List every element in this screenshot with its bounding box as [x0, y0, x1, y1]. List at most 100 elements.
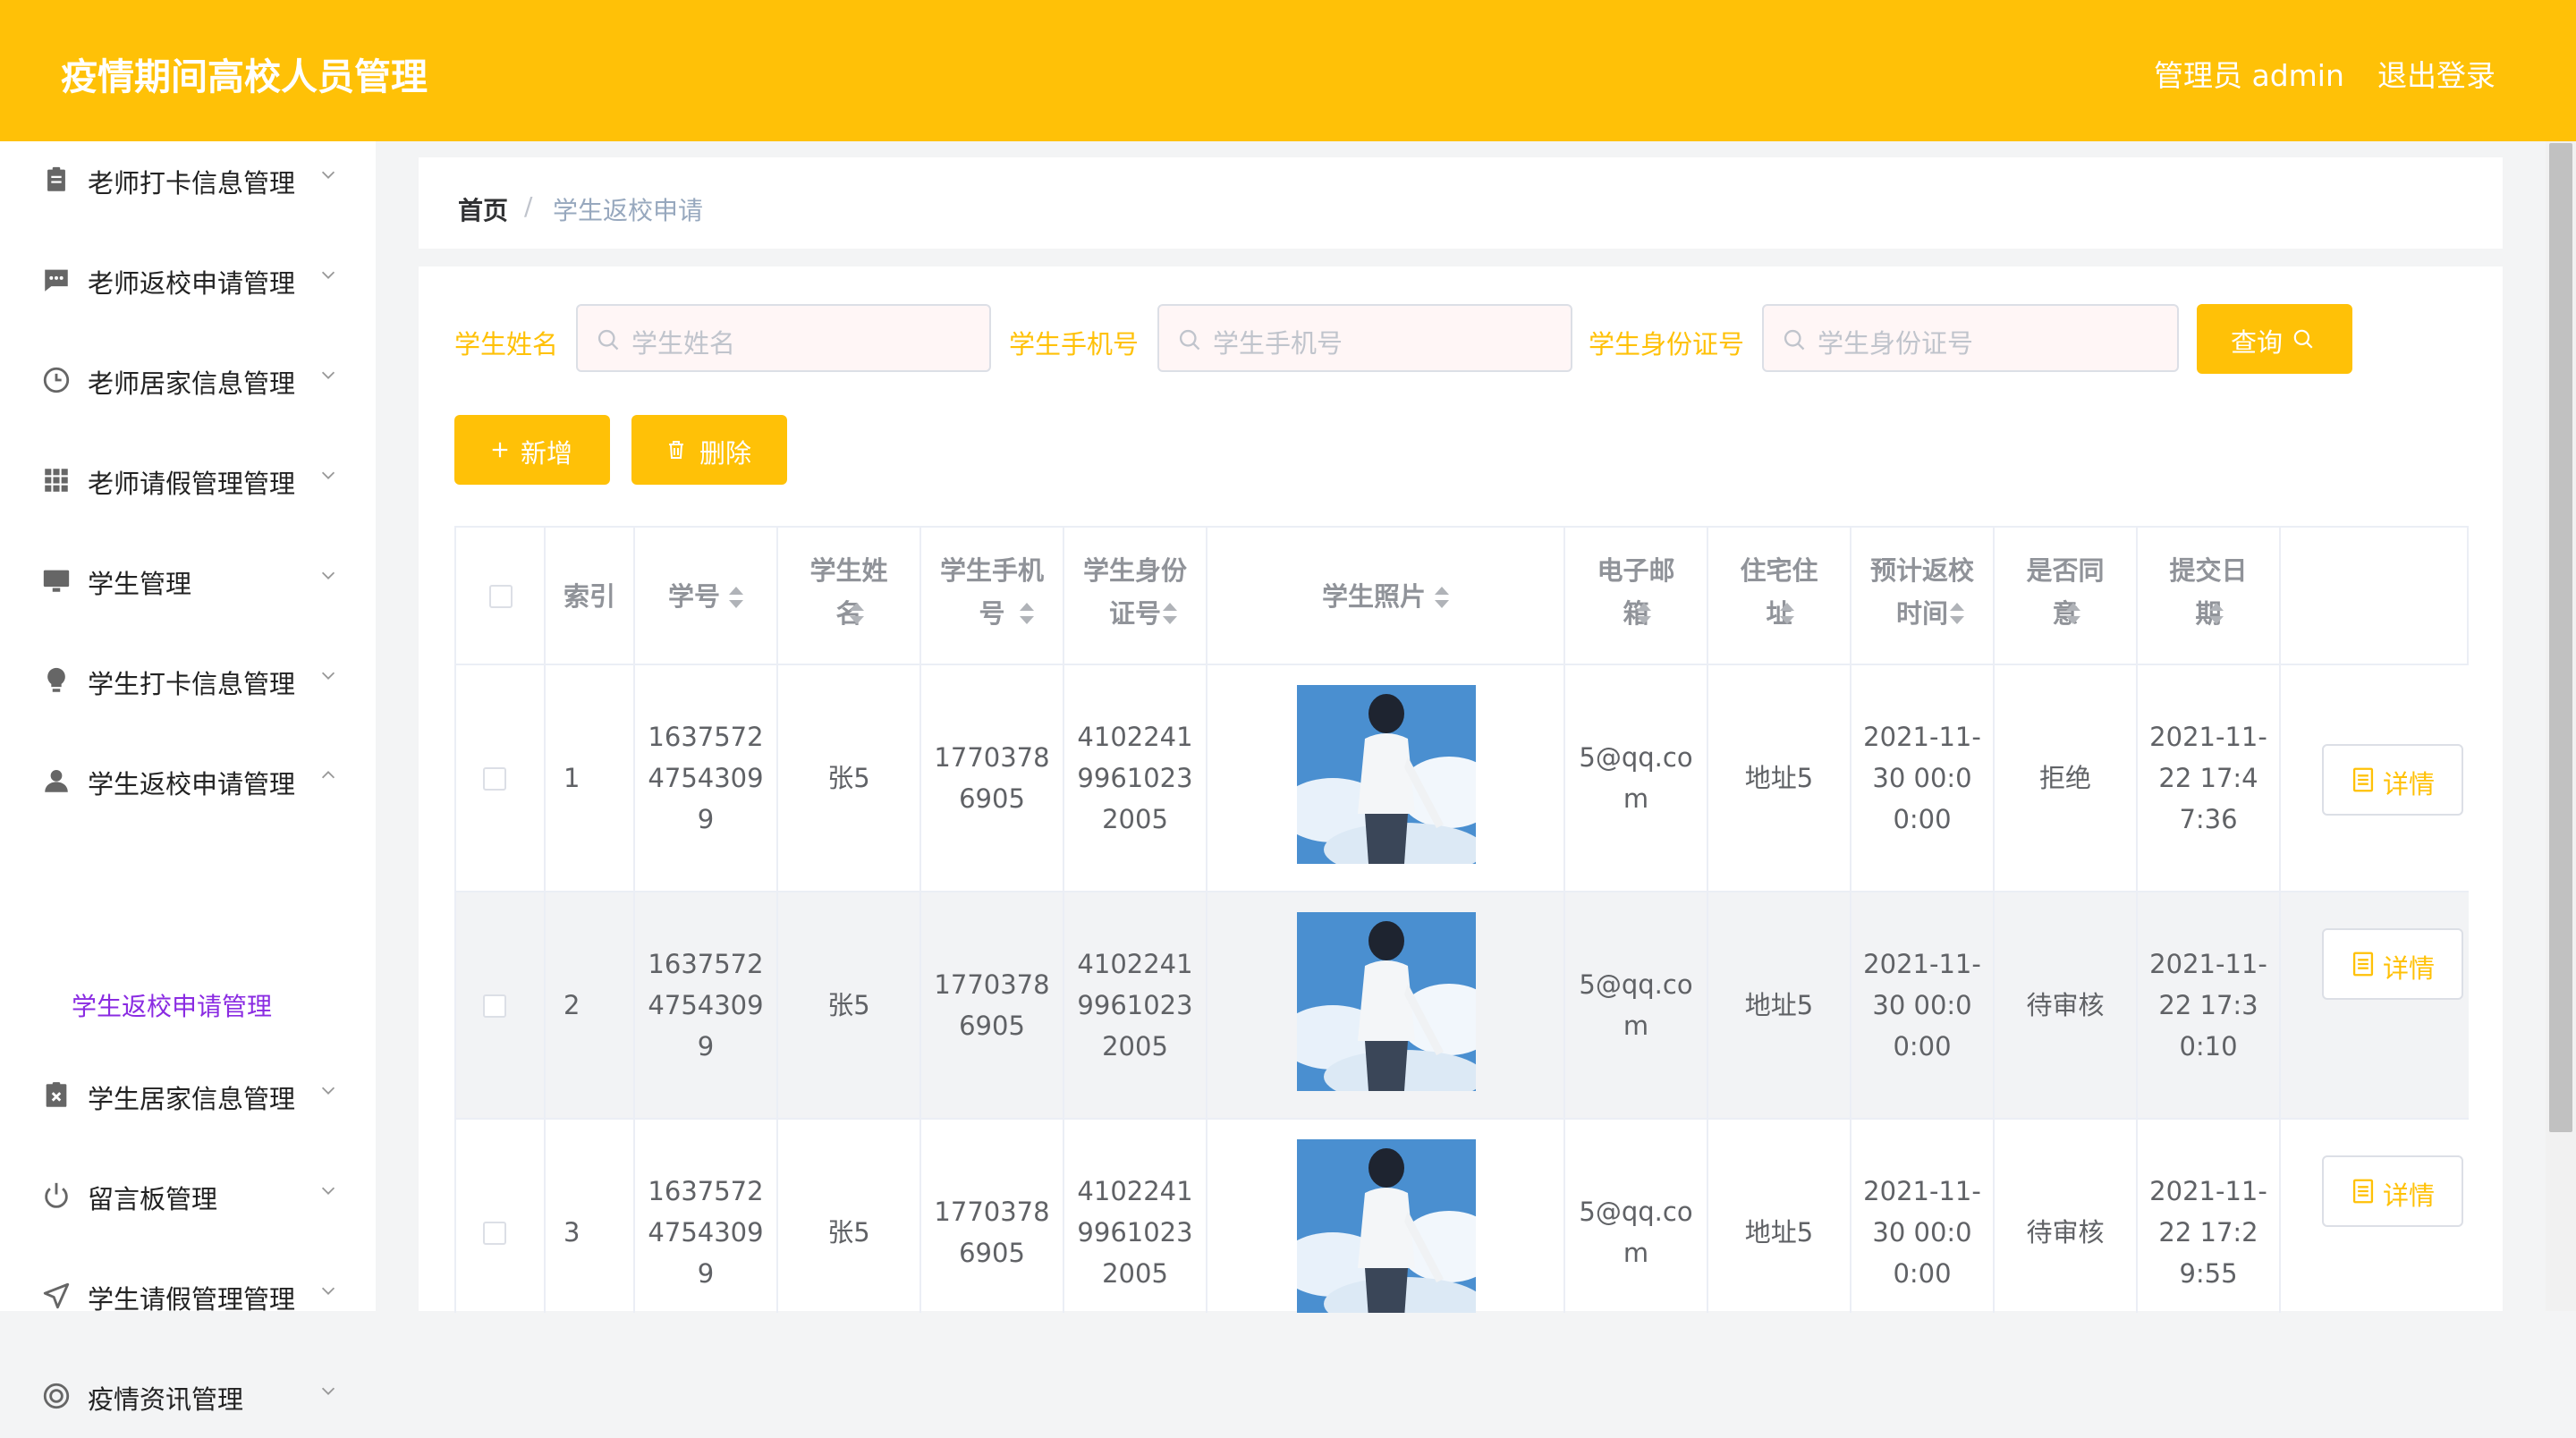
- detail-button[interactable]: 详情: [2322, 744, 2463, 816]
- plus-icon: [492, 442, 508, 458]
- breadcrumb-separator: /: [524, 191, 533, 221]
- document-icon: [2352, 1179, 2374, 1204]
- sidebar-item-teacher-return[interactable]: 老师返校申请管理: [0, 241, 376, 322]
- sort-icon[interactable]: [1948, 603, 1964, 626]
- student-phone-label: 学生手机号: [1009, 329, 1140, 360]
- row-checkbox[interactable]: [483, 767, 506, 791]
- row-student-name: 张5: [827, 763, 870, 793]
- student-phone-input[interactable]: 学生手机号: [1157, 304, 1572, 372]
- table-header-cell[interactable]: 学生照片: [1208, 528, 1565, 665]
- sort-icon[interactable]: [2064, 603, 2080, 626]
- clock-icon: [43, 367, 70, 393]
- breadcrumb-current: 学生返校申请: [553, 196, 704, 225]
- sort-icon[interactable]: [1778, 603, 1794, 626]
- chevron-down-icon: [321, 471, 335, 479]
- delete-button[interactable]: 删除: [631, 415, 787, 485]
- sort-icon[interactable]: [2207, 603, 2224, 626]
- column-header-label: 学生身份证号: [1082, 555, 1187, 629]
- table-header-cell[interactable]: 学生姓名: [778, 528, 921, 665]
- detail-button[interactable]: 详情: [2322, 1155, 2463, 1227]
- chevron-down-icon: [321, 1187, 335, 1195]
- sidebar-item-label: 学生居家信息管理: [88, 1084, 296, 1114]
- bulb-icon: [47, 667, 65, 692]
- table-header-cell[interactable]: 提交日期: [2138, 528, 2281, 665]
- sidebar-item-teacher-leave[interactable]: 老师请假管理管理: [0, 442, 376, 522]
- sidebar-item-teacher-home[interactable]: 老师居家信息管理: [0, 342, 376, 422]
- detail-button[interactable]: 详情: [2322, 928, 2463, 1000]
- sidebar-item-message-board[interactable]: 留言板管理: [0, 1157, 376, 1238]
- page-scrollbar[interactable]: [2546, 141, 2576, 1311]
- add-button-label: 新增: [521, 438, 573, 469]
- app-title: 疫情期间高校人员管理: [61, 55, 428, 98]
- table-header-cell[interactable]: 是否同意: [1995, 528, 2138, 665]
- breadcrumb-home[interactable]: 首页: [458, 191, 508, 227]
- chevron-down-icon: [321, 171, 335, 179]
- table-header-cell[interactable]: 学生手机号: [921, 528, 1064, 665]
- sidebar-item-student-home[interactable]: 学生居家信息管理: [0, 1057, 376, 1138]
- query-button[interactable]: 查询: [2197, 304, 2352, 374]
- sidebar-item-label: 留言板管理: [88, 1184, 218, 1214]
- row-email: 5@qq.com: [1579, 742, 1693, 814]
- search-icon: [1179, 329, 1200, 351]
- document-icon: [2352, 952, 2374, 977]
- table-header-cell[interactable]: 住宅住址: [1708, 528, 1852, 665]
- sidebar-item-student[interactable]: 学生管理: [0, 542, 376, 622]
- logout-link[interactable]: 退出登录: [2377, 52, 2496, 95]
- column-header-label: 预计返校时间: [1869, 555, 1974, 629]
- table-row: 3 16375724754309 9 张5 17703786905 410224…: [456, 1120, 2469, 1313]
- table-header-actions: [2281, 528, 2469, 665]
- sort-icon[interactable]: [1433, 587, 1449, 610]
- table-header-cell[interactable]: 电子邮箱: [1565, 528, 1708, 665]
- sort-icon[interactable]: [848, 603, 864, 626]
- row-return-time: 2021-11-30 00:00:00: [1863, 1176, 1981, 1289]
- row-index: 1: [564, 763, 580, 793]
- chevron-down-icon: [321, 371, 335, 379]
- row-return-time: 2021-11-30 00:00:00: [1863, 722, 1981, 834]
- top-header: 疫情期间高校人员管理 管理员 admin 退出登录: [0, 0, 2576, 141]
- chevron-down-icon: [321, 1087, 335, 1095]
- sort-icon[interactable]: [727, 587, 743, 610]
- table-header-cell: 索引: [546, 528, 635, 665]
- row-address: 地址5: [1744, 1217, 1814, 1248]
- clipboard-icon: [47, 166, 65, 191]
- sidebar-item-label: 学生管理: [88, 569, 192, 599]
- chevron-down-icon: [321, 571, 335, 579]
- sidebar-item-teacher-checkin[interactable]: 老师打卡信息管理: [0, 141, 376, 222]
- submenu-item-student-return[interactable]: 学生返校申请管理: [72, 987, 272, 1023]
- sidebar-item-student-leave[interactable]: 学生请假管理管理: [0, 1257, 376, 1338]
- table-header-cell[interactable]: 学生身份证号: [1064, 528, 1208, 665]
- row-index: 3: [564, 1217, 580, 1248]
- select-all-checkbox[interactable]: [489, 585, 513, 608]
- row-address: 地址5: [1744, 763, 1814, 793]
- student-id-input[interactable]: 学生身份证号: [1762, 304, 2179, 372]
- table-row: 1 16375724754309 9 张5 17703786905 410224…: [456, 665, 2469, 892]
- sidebar-item-student-return[interactable]: 学生返校申请管理: [0, 742, 376, 823]
- row-checkbox[interactable]: [483, 994, 506, 1018]
- send-icon: [43, 1282, 70, 1309]
- table-header-cell[interactable]: 预计返校时间: [1852, 528, 1995, 665]
- sidebar-item-student-checkin[interactable]: 学生打卡信息管理: [0, 642, 376, 723]
- row-return-time: 2021-11-30 00:00:00: [1863, 949, 1981, 1062]
- sort-icon[interactable]: [1161, 603, 1177, 626]
- sidebar-item-epidemic-news[interactable]: 疫情资讯管理: [0, 1358, 376, 1438]
- student-name-input[interactable]: 学生姓名: [576, 304, 991, 372]
- sort-icon[interactable]: [1018, 603, 1034, 626]
- chevron-down-icon: [321, 1287, 335, 1295]
- sort-icon[interactable]: [1635, 603, 1651, 626]
- table-header-cell[interactable]: 学号: [635, 528, 778, 665]
- chevron-down-icon: [321, 672, 335, 680]
- trash-icon: [669, 441, 683, 459]
- chevron-down-icon: [321, 271, 335, 279]
- column-header-label: 学号: [667, 581, 720, 612]
- student-id-label: 学生身份证号: [1589, 329, 1745, 360]
- row-student-name: 张5: [827, 1217, 870, 1248]
- add-button[interactable]: 新增: [454, 415, 610, 485]
- row-approved: 待审核: [2026, 1217, 2105, 1248]
- row-checkbox[interactable]: [483, 1222, 506, 1245]
- scrollbar-thumb[interactable]: [2549, 143, 2572, 1132]
- row-phone: 17703786905: [934, 742, 1050, 814]
- message-icon: [45, 269, 68, 292]
- student-photo: [1297, 685, 1476, 864]
- delete-document-icon: [46, 1082, 67, 1107]
- current-user: 管理员 admin: [2154, 58, 2344, 93]
